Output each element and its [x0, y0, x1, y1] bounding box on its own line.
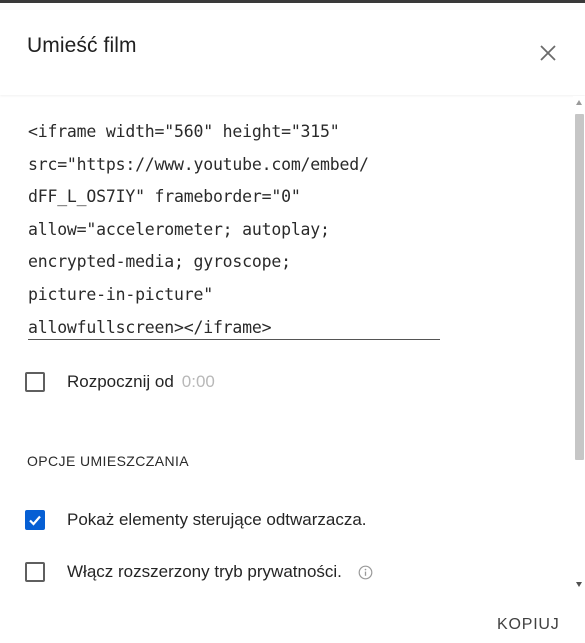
scrollbar-thumb[interactable]: [575, 114, 584, 460]
start-at-label: Rozpocznij od: [67, 372, 174, 391]
privacy-mode-label: Włącz rozszerzony tryb prywatności.: [67, 562, 342, 581]
embed-code-line: picture-in-picture": [28, 284, 213, 304]
option-row-show-controls: Pokaż elementy sterujące odtwarzacza.: [25, 510, 367, 530]
scroll-down-arrow-icon[interactable]: [576, 582, 582, 587]
checkmark-icon: [29, 515, 41, 526]
copy-button[interactable]: KOPIUJ: [497, 616, 560, 634]
embed-code-line: encrypted-media; gyroscope;: [28, 252, 291, 272]
embed-code-textarea[interactable]: <iframe width="560" height="315" src="htt…: [28, 116, 448, 344]
option-row-privacy-mode: Włącz rozszerzony tryb prywatności.: [25, 562, 373, 582]
embed-options-heading: OPCJE UMIESZCZANIA: [27, 453, 189, 469]
info-icon[interactable]: [358, 565, 373, 580]
scroll-up-arrow-icon[interactable]: [576, 100, 582, 105]
embed-code-line: <iframe width="560" height="315": [28, 122, 340, 141]
start-time-field[interactable]: 0:00: [182, 372, 215, 392]
close-icon[interactable]: [535, 40, 561, 66]
embed-code-line: dFF_L_OS7IY" frameborder="0": [28, 187, 301, 207]
start-at-checkbox[interactable]: [25, 372, 45, 392]
dialog-header: Umieść film: [0, 0, 585, 95]
embed-code-line: allow="accelerometer; autoplay;: [28, 219, 330, 239]
vertical-scrollbar[interactable]: [573, 96, 585, 593]
dialog-scroll-content[interactable]: <iframe width="560" height="315" src="htt…: [0, 96, 585, 593]
show-controls-checkbox[interactable]: [25, 510, 45, 530]
show-controls-label: Pokaż elementy sterujące odtwarzacza.: [67, 510, 367, 529]
dialog-title: Umieść film: [27, 34, 137, 57]
textarea-underline: [28, 339, 440, 340]
start-at-row: Rozpocznij od 0:00: [25, 372, 215, 392]
embed-code-line: src="https://www.youtube.com/embed/: [28, 154, 369, 174]
privacy-mode-checkbox[interactable]: [25, 562, 45, 582]
